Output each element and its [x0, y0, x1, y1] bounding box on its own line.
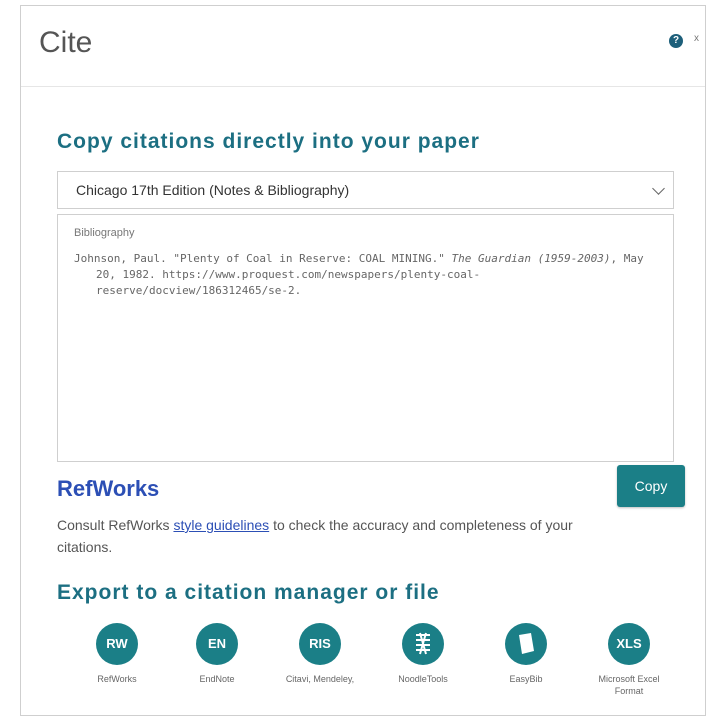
export-excel[interactable]: XLS Microsoft Excel Format — [589, 623, 669, 697]
close-icon[interactable]: x — [694, 33, 699, 44]
refworks-guidance-text: Consult RefWorks style guidelines to che… — [57, 514, 577, 558]
export-label-endnote: EndNote — [199, 674, 235, 684]
help-icon[interactable]: ? — [669, 34, 683, 48]
dialog-title: Cite — [39, 26, 93, 59]
export-refworks[interactable]: RW RefWorks — [77, 623, 157, 685]
easybib-glyph — [519, 633, 534, 654]
citation-text-part1: Johnson, Paul. "Plenty of Coal in Reserv… — [74, 252, 452, 265]
export-endnote[interactable]: EN EndNote — [177, 623, 257, 685]
export-label-refworks: RefWorks — [97, 674, 137, 684]
citation-style-select[interactable]: Chicago 17th Edition (Notes & Bibliograp… — [57, 171, 674, 209]
export-ris[interactable]: RIS Citavi, Mendeley, — [280, 623, 360, 685]
dialog-header: Cite ? x — [21, 6, 705, 87]
ris-export-icon[interactable]: RIS — [299, 623, 341, 665]
export-label-ris: Citavi, Mendeley, — [285, 674, 355, 684]
export-section-heading: Export to a citation manager or file — [57, 581, 440, 604]
easybib-icon[interactable] — [505, 623, 547, 665]
refworks-title: RefWorks — [57, 476, 160, 501]
export-label-noodletools: NoodleTools — [398, 674, 448, 684]
noodletools-glyph — [416, 632, 430, 655]
style-guidelines-link[interactable]: style guidelines — [173, 517, 269, 533]
excel-export-icon[interactable]: XLS — [608, 623, 650, 665]
bibliography-label: Bibliography — [74, 227, 135, 239]
endnote-export-icon[interactable]: EN — [196, 623, 238, 665]
refworks-export-icon[interactable]: RW — [96, 623, 138, 665]
copy-section-heading: Copy citations directly into your paper — [57, 130, 480, 153]
export-label-excel: Microsoft Excel Format — [598, 674, 660, 696]
citation-style-value: Chicago 17th Edition (Notes & Bibliograp… — [76, 182, 350, 198]
copy-button[interactable]: Copy — [617, 465, 685, 507]
consult-prefix: Consult RefWorks — [57, 517, 174, 533]
export-noodletools[interactable]: NoodleTools — [383, 623, 463, 685]
citation-source-title: The Guardian (1959-2003) — [451, 252, 611, 265]
export-options: RW RefWorks EN EndNote RIS Citavi, Mende… — [77, 623, 697, 718]
export-label-easybib: EasyBib — [509, 674, 543, 684]
noodletools-icon[interactable] — [402, 623, 444, 665]
citation-text: Johnson, Paul. "Plenty of Coal in Reserv… — [74, 251, 657, 299]
cite-dialog: Cite ? x Copy citations directly into yo… — [20, 5, 706, 716]
export-easybib[interactable]: EasyBib — [486, 623, 566, 685]
citation-text-box[interactable]: Bibliography Johnson, Paul. "Plenty of C… — [57, 214, 674, 462]
chevron-down-icon — [652, 182, 665, 195]
